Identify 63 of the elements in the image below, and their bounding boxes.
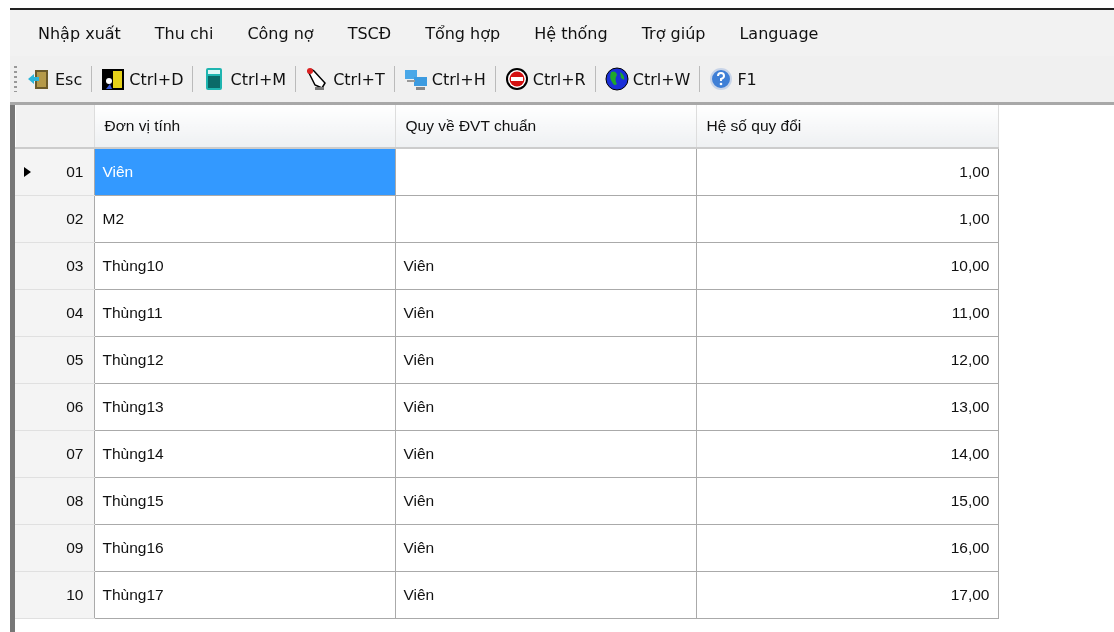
table-cell: Thùng13: [94, 383, 395, 431]
table-cell: Viên: [395, 242, 696, 290]
menu-item[interactable]: Thu chi: [142, 23, 226, 43]
row-number: 05: [66, 351, 84, 369]
door-person-icon: [101, 67, 126, 91]
menu-item[interactable]: TSCĐ: [335, 23, 404, 43]
row-number: 10: [66, 586, 84, 604]
table-cell: 13,00: [696, 383, 998, 431]
table-cell: Viên: [395, 524, 696, 572]
table-cell: 10,00: [696, 242, 998, 290]
table-cell: Viên: [395, 336, 696, 384]
table-cell: Thùng10: [94, 242, 395, 290]
row-number: 01: [66, 163, 84, 181]
column-header[interactable]: Hệ số quy đổi: [696, 105, 998, 148]
row-number: 03: [66, 257, 84, 275]
table-cell: 17,00: [696, 571, 998, 619]
menu-item[interactable]: Công nợ: [235, 23, 326, 43]
table-cell: Viên: [395, 289, 696, 337]
row-number: 02: [66, 210, 84, 228]
table-cell: Viên: [395, 383, 696, 431]
toolbar-button[interactable]: Ctrl+D: [97, 65, 188, 93]
toolbar-button[interactable]: Ctrl+H: [399, 65, 490, 93]
toolbar-button[interactable]: F1: [705, 65, 761, 93]
table-cell: 11,00: [696, 289, 998, 337]
table-cell: Viên: [94, 148, 395, 196]
row-number: 09: [66, 539, 84, 557]
table-cell: 16,00: [696, 524, 998, 572]
table-cell: 1,00: [696, 195, 998, 243]
menu-item[interactable]: Language: [727, 23, 831, 43]
door-exit-icon: [27, 67, 51, 91]
table-cell: Viên: [395, 571, 696, 619]
menu-item[interactable]: Trợ giúp: [629, 23, 718, 43]
table-cell: Viên: [395, 430, 696, 478]
row-number: 07: [66, 445, 84, 463]
column-header[interactable]: Quy về ĐVT chuẩn: [395, 105, 696, 148]
table-cell: Viên: [395, 477, 696, 525]
menu-item[interactable]: Tổng hợp: [413, 23, 513, 43]
table-cell: Thùng15: [94, 477, 395, 525]
table-cell: Thùng17: [94, 571, 395, 619]
row-number: 08: [66, 492, 84, 510]
table-cell: Thùng14: [94, 430, 395, 478]
table-cell: Thùng12: [94, 336, 395, 384]
menu-item[interactable]: Nhập xuất: [26, 23, 133, 43]
row-number: 06: [66, 398, 84, 416]
toolbar-button[interactable]: Esc: [23, 65, 87, 93]
toolbar-button[interactable]: Ctrl+M: [198, 65, 291, 93]
toolbar-button[interactable]: Ctrl+R: [500, 65, 590, 93]
globe-icon: [604, 67, 629, 91]
computers-icon: [403, 67, 428, 91]
table-cell: 1,00: [696, 148, 998, 196]
row-number: 04: [66, 304, 84, 322]
toolbar-button[interactable]: Ctrl+W: [600, 65, 695, 93]
table-cell: Thùng16: [94, 524, 395, 572]
menu-item[interactable]: Hệ thống: [522, 23, 620, 43]
stop-sign-icon: [504, 67, 529, 91]
help-icon: [709, 67, 734, 91]
table-cell: Thùng11: [94, 289, 395, 337]
table-cell: 12,00: [696, 336, 998, 384]
table-cell: 15,00: [696, 477, 998, 525]
column-header[interactable]: Đơn vị tính: [94, 105, 395, 148]
table-cell: M2: [94, 195, 395, 243]
toolbar-button[interactable]: Ctrl+T: [301, 65, 389, 93]
table-cell: 14,00: [696, 430, 998, 478]
